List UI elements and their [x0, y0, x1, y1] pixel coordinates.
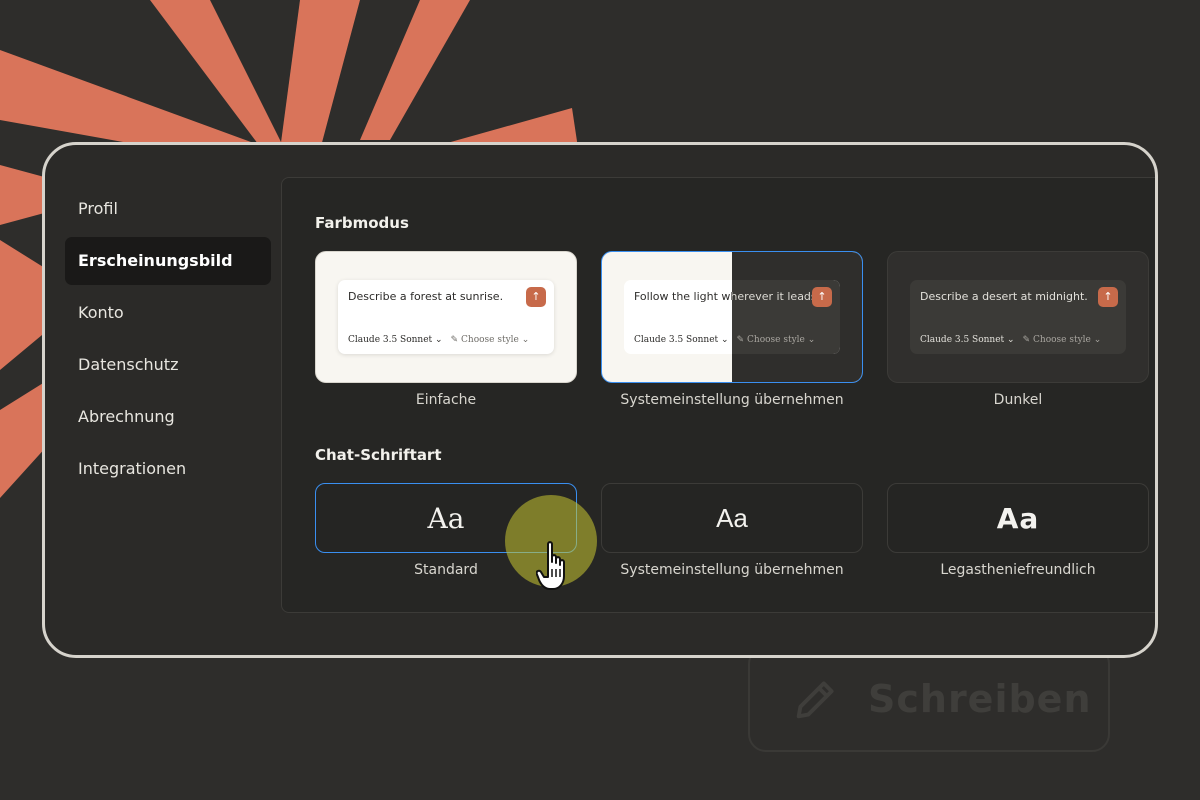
preview-style: Choose style [461, 335, 519, 345]
theme-option-light-label: Einfache [415, 392, 477, 408]
preview-meta: Claude 3.5 Sonnet ⌄ ✎ Choose style ⌄ [348, 335, 529, 345]
preview-prompt: Follow the light wherever it leads. [634, 290, 821, 303]
preview-style: Choose style [747, 335, 805, 345]
write-button-background: Schreiben [748, 646, 1110, 752]
preview-input: Follow the light wherever it leads. ↑ Cl… [624, 280, 840, 354]
write-button-label: Schreiben [868, 677, 1092, 721]
font-option-dyslexia-label: Legastheniefreundlich [940, 562, 1096, 578]
preview-model: Claude 3.5 Sonnet [920, 335, 1005, 345]
chat-font-heading: Chat-Schriftart [315, 446, 442, 464]
arrow-up-icon: ↑ [1098, 287, 1118, 307]
arrow-up-icon: ↑ [526, 287, 546, 307]
sidebar-item-integrationen[interactable]: Integrationen [65, 445, 271, 493]
theme-option-system-label: Systemeinstellung übernehmen [620, 392, 844, 408]
settings-sidebar: Profil Erscheinungsbild Konto Datenschut… [65, 185, 271, 497]
settings-window: Profil Erscheinungsbild Konto Datenschut… [42, 142, 1158, 658]
theme-option-light[interactable]: Describe a forest at sunrise. ↑ Claude 3… [315, 251, 577, 383]
preview-meta: Claude 3.5 Sonnet ⌄ ✎ Choose style ⌄ [634, 335, 815, 345]
chevron-down-icon: ⌄ [1007, 335, 1015, 345]
preview-input: Describe a desert at midnight. ↑ Claude … [910, 280, 1126, 354]
sidebar-item-profil[interactable]: Profil [65, 185, 271, 233]
font-option-system-label: Systemeinstellung übernehmen [620, 562, 844, 578]
feather-icon: ✎ [450, 335, 459, 345]
preview-style: Choose style [1033, 335, 1091, 345]
preview-prompt: Describe a forest at sunrise. [348, 290, 504, 303]
theme-option-dark-label: Dunkel [993, 392, 1043, 408]
preview-model: Claude 3.5 Sonnet [348, 335, 433, 345]
chevron-down-icon: ⌄ [521, 335, 530, 345]
chevron-down-icon: ⌄ [807, 335, 816, 345]
preview-input: Describe a forest at sunrise. ↑ Claude 3… [338, 280, 554, 354]
feather-icon: ✎ [1022, 335, 1031, 345]
preview-prompt: Describe a desert at midnight. [920, 290, 1088, 303]
sidebar-item-datenschutz[interactable]: Datenschutz [65, 341, 271, 389]
hand-pointer-icon [536, 541, 565, 590]
sidebar-item-erscheinungsbild[interactable]: Erscheinungsbild [65, 237, 271, 285]
pencil-icon [796, 681, 834, 719]
feather-icon: ✎ [736, 335, 745, 345]
theme-option-dark[interactable]: Describe a desert at midnight. ↑ Claude … [887, 251, 1149, 383]
chevron-down-icon: ⌄ [721, 335, 729, 345]
arrow-up-icon: ↑ [812, 287, 832, 307]
preview-model: Claude 3.5 Sonnet [634, 335, 719, 345]
sidebar-item-abrechnung[interactable]: Abrechnung [65, 393, 271, 441]
color-mode-heading: Farbmodus [315, 214, 409, 232]
preview-meta: Claude 3.5 Sonnet ⌄ ✎ Choose style ⌄ [920, 335, 1101, 345]
appearance-panel: Farbmodus Describe a forest at sunrise. … [281, 177, 1155, 613]
font-option-system[interactable]: Aa [601, 483, 863, 553]
sidebar-item-konto[interactable]: Konto [65, 289, 271, 337]
theme-option-system[interactable]: Follow the light wherever it leads. ↑ Cl… [601, 251, 863, 383]
chevron-down-icon: ⌄ [1093, 335, 1102, 345]
chevron-down-icon: ⌄ [435, 335, 443, 345]
font-option-dyslexia[interactable]: Aa [887, 483, 1149, 553]
